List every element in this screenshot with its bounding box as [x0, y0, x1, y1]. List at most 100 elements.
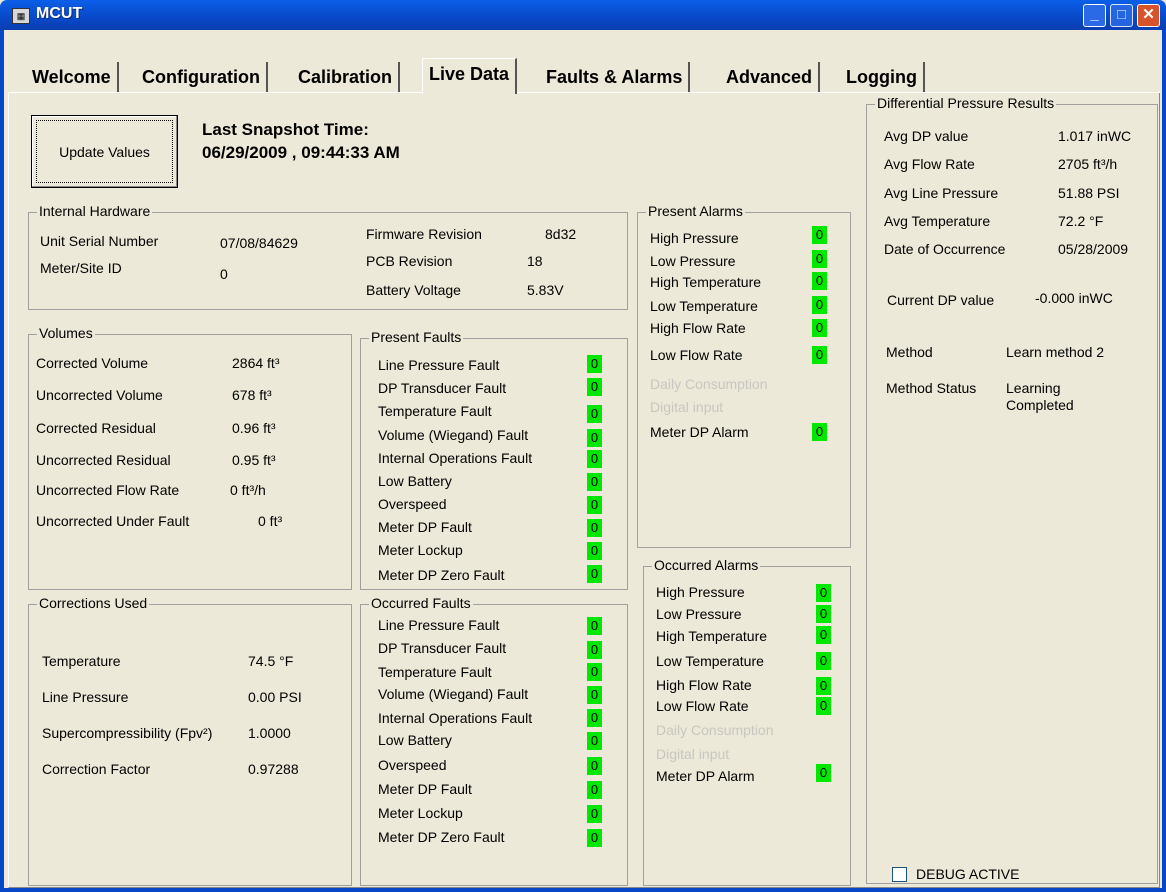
alarm-label: Low Pressure	[650, 253, 736, 269]
alarm-label: Low Pressure	[656, 606, 742, 622]
group-title: Present Faults	[369, 329, 464, 345]
current-dp-value: -0.000 inWC	[1035, 290, 1113, 306]
alarm-label: High Pressure	[656, 584, 745, 600]
maximize-button[interactable]: □	[1110, 4, 1133, 27]
window-frame-left	[0, 30, 4, 892]
fault-indicator: 0	[587, 663, 602, 681]
meter-dp-alarm-indicator: 0	[816, 764, 831, 782]
app-icon[interactable]: ▦	[12, 8, 30, 24]
tab-live-data[interactable]: Live Data	[422, 58, 518, 94]
fault-indicator: 0	[587, 473, 602, 491]
fault-indicator: 0	[587, 781, 602, 799]
alarm-label: High Flow Rate	[650, 320, 746, 336]
fault-label: Meter DP Zero Fault	[378, 567, 505, 583]
alarm-indicator: 0	[812, 296, 827, 314]
method-label: Method	[886, 344, 933, 360]
tab-logging[interactable]: Logging	[840, 62, 925, 92]
fault-indicator: 0	[587, 355, 602, 373]
serial-value: 07/08/84629	[220, 235, 298, 251]
volume-value: 2864 ft³	[232, 355, 280, 371]
meter-dp-alarm-label: Meter DP Alarm	[650, 424, 749, 440]
fault-label: Temperature Fault	[378, 664, 492, 680]
window-title: MCUT	[36, 5, 83, 22]
dp-value: 51.88 PSI	[1058, 185, 1120, 201]
pcb-label: PCB Revision	[366, 253, 453, 269]
fault-indicator: 0	[587, 405, 602, 423]
fault-indicator: 0	[587, 565, 602, 583]
tab-welcome[interactable]: Welcome	[26, 62, 119, 92]
fault-label: Meter Lockup	[378, 805, 463, 821]
volume-label: Uncorrected Flow Rate	[36, 482, 180, 498]
fault-indicator: 0	[587, 542, 602, 560]
battery-label: Battery Voltage	[366, 282, 461, 298]
pcb-value: 18	[527, 253, 543, 269]
fault-indicator: 0	[587, 805, 602, 823]
window-frame-bottom	[0, 888, 1166, 892]
fault-indicator: 0	[587, 519, 602, 537]
volume-value: 0.95 ft³	[232, 452, 276, 468]
dp-label: Avg Temperature	[884, 213, 991, 229]
volume-value: 678 ft³	[232, 387, 272, 403]
tab-configuration[interactable]: Configuration	[136, 62, 268, 92]
meter-dp-alarm-label: Meter DP Alarm	[656, 768, 755, 784]
tab-faults-alarms[interactable]: Faults & Alarms	[540, 62, 691, 92]
dp-label: Avg DP value	[884, 128, 969, 144]
alarm-label: High Temperature	[650, 274, 762, 290]
alarm-indicator: 0	[816, 652, 831, 670]
group-title: Occurred Faults	[369, 595, 473, 611]
fault-indicator: 0	[587, 429, 602, 447]
alarm-label: High Temperature	[656, 628, 768, 644]
method-status-value-line1: Learning	[1006, 380, 1061, 396]
alarm-indicator: 0	[816, 626, 831, 644]
window-frame-right	[1162, 30, 1166, 892]
group-title: Occurred Alarms	[652, 557, 761, 573]
title-bar[interactable]: ▦ MCUT _ □ ✕	[0, 0, 1166, 30]
alarm-label: High Flow Rate	[656, 677, 752, 693]
fault-label: Low Battery	[378, 732, 452, 748]
alarm-label: High Pressure	[650, 230, 739, 246]
battery-value: 5.83V	[527, 282, 564, 298]
dp-value: 2705 ft³/h	[1058, 156, 1118, 172]
fault-indicator: 0	[587, 641, 602, 659]
volume-label: Corrected Volume	[36, 355, 149, 371]
digital-input-label: Digital input	[656, 746, 730, 762]
fault-indicator: 0	[587, 732, 602, 750]
fault-label: Meter DP Fault	[378, 519, 472, 535]
dp-label: Date of Occurrence	[884, 241, 1006, 257]
fault-label: Temperature Fault	[378, 403, 492, 419]
fault-indicator: 0	[587, 757, 602, 775]
alarm-indicator: 0	[816, 605, 831, 623]
fault-label: Low Battery	[378, 473, 452, 489]
fault-label: Internal Operations Fault	[378, 450, 533, 466]
correction-label: Supercompressibility (Fpv²)	[42, 725, 213, 741]
fault-label: Meter Lockup	[378, 542, 463, 558]
debug-active-checkbox[interactable]	[892, 867, 907, 882]
correction-label: Temperature	[42, 653, 121, 669]
dp-value: 72.2 °F	[1058, 213, 1104, 229]
fault-label: Volume (Wiegand) Fault	[378, 686, 529, 702]
method-value: Learn method 2	[1006, 344, 1105, 360]
method-status-value-line2: Completed	[1006, 397, 1074, 413]
volume-value: 0 ft³/h	[230, 482, 266, 498]
daily-consumption-label: Daily Consumption	[656, 722, 774, 738]
tab-calibration[interactable]: Calibration	[292, 62, 401, 92]
volume-value: 0 ft³	[258, 513, 283, 529]
alarm-label: Low Temperature	[650, 298, 758, 314]
tab-advanced[interactable]: Advanced	[720, 62, 821, 92]
alarm-indicator: 0	[812, 272, 827, 290]
debug-active-label[interactable]: DEBUG ACTIVE	[916, 866, 1019, 882]
alarm-indicator: 0	[812, 319, 827, 337]
volume-label: Uncorrected Volume	[36, 387, 163, 403]
correction-value: 1.0000	[248, 725, 291, 741]
minimize-button[interactable]: _	[1083, 4, 1106, 27]
fault-label: DP Transducer Fault	[378, 380, 507, 396]
fault-indicator: 0	[587, 450, 602, 468]
firmware-value: 8d32	[545, 226, 577, 242]
fault-indicator: 0	[587, 686, 602, 704]
dp-label: Avg Line Pressure	[884, 185, 999, 201]
daily-consumption-label: Daily Consumption	[650, 376, 768, 392]
close-button[interactable]: ✕	[1137, 4, 1160, 27]
update-values-button[interactable]: Update Values	[31, 115, 178, 188]
meter-site-label: Meter/Site ID	[40, 260, 122, 276]
digital-input-label: Digital input	[650, 399, 724, 415]
